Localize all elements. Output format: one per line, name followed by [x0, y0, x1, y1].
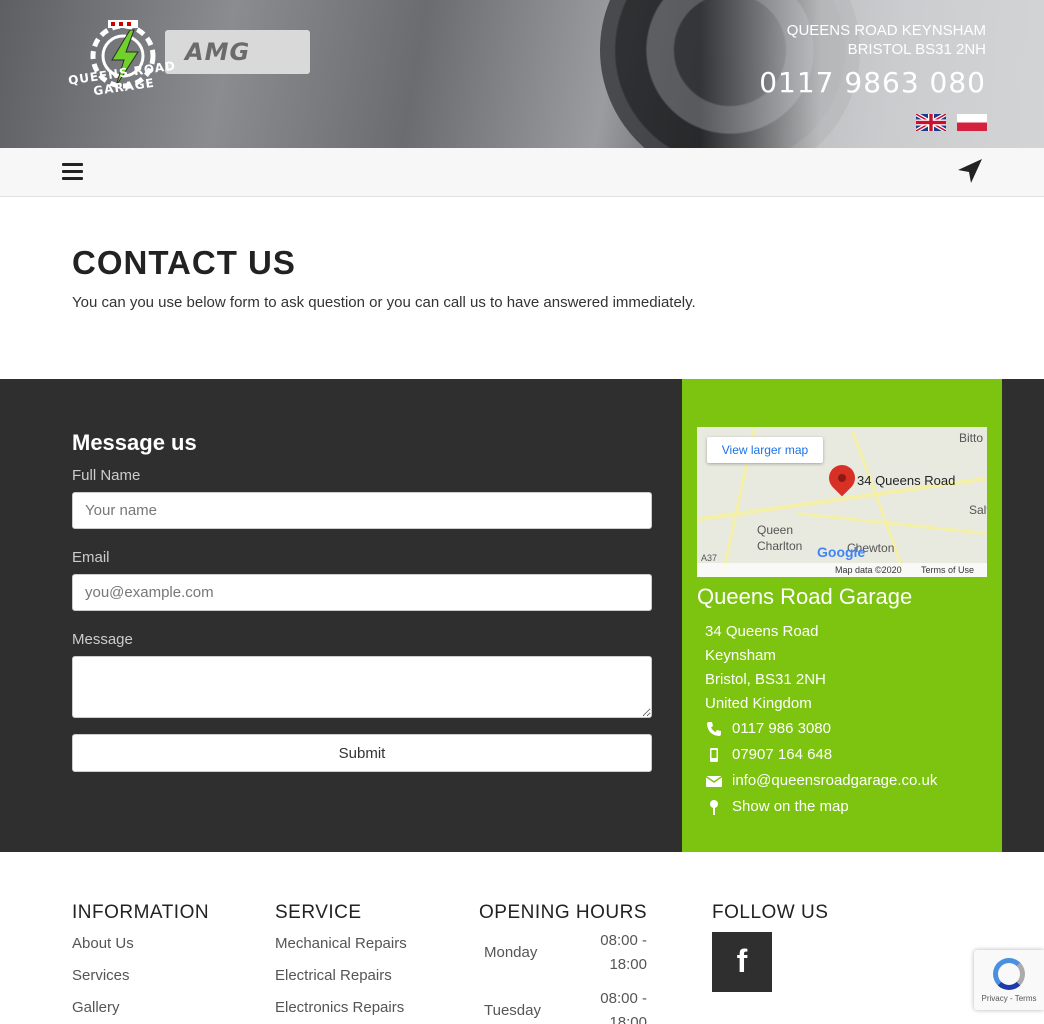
view-larger-map-link[interactable]: View larger map: [707, 437, 823, 463]
phone-link[interactable]: 0117 986 3080: [732, 720, 831, 737]
footer-link-electronics[interactable]: Electronics Repairs: [275, 999, 404, 1016]
footer-hours-title: OPENING HOURS: [479, 902, 648, 923]
email-input[interactable]: [72, 574, 652, 611]
full-name-input[interactable]: [72, 492, 652, 529]
hours-day: Tuesday: [484, 1002, 541, 1019]
footer-link-mechanical[interactable]: Mechanical Repairs: [275, 935, 407, 952]
recaptcha-badge[interactable]: Privacy - Terms: [974, 950, 1044, 1010]
flag-uk-icon[interactable]: [916, 114, 946, 131]
map-terms-link[interactable]: Terms of Use: [921, 565, 974, 575]
map-town-label: Salt: [969, 503, 987, 517]
phone-icon: [707, 722, 721, 736]
hours-day: Monday: [484, 944, 538, 961]
flag-pl-icon[interactable]: [957, 114, 987, 131]
hours-time: 08:00 -18:00: [600, 990, 647, 1024]
header-address-line1: QUEENS ROAD KEYNSHAM: [786, 22, 986, 39]
footer-link-gallery[interactable]: Gallery: [72, 999, 120, 1016]
map-road-label: A37: [701, 553, 718, 563]
navbar: [0, 148, 1044, 197]
footer-service-title: SERVICE: [275, 902, 362, 923]
message-textarea[interactable]: [72, 656, 652, 718]
mobile-icon: [710, 748, 718, 762]
map-town-label: Charlton: [757, 539, 803, 553]
footer-follow-title: FOLLOW US: [712, 902, 829, 923]
address-area: Keynsham: [705, 647, 776, 664]
envelope-icon: [706, 775, 722, 787]
facebook-button[interactable]: f: [712, 932, 772, 992]
map-pin-icon[interactable]: [823, 459, 861, 497]
page-subtitle: You can you use below form to ask questi…: [72, 294, 696, 311]
google-logo: Google: [817, 544, 866, 560]
hamburger-icon[interactable]: [62, 163, 83, 181]
header-address-line2: BRISTOL BS31 2NH: [847, 41, 986, 58]
submit-button[interactable]: Submit: [72, 734, 652, 772]
facebook-icon: f: [736, 943, 748, 979]
full-name-label: Full Name: [72, 467, 141, 484]
hours-time: 08:00 -18:00: [600, 932, 647, 973]
map-pin-label: 34 Queens Road: [857, 473, 956, 488]
map-town-label: Bitto: [959, 431, 984, 445]
site-logo[interactable]: QUEENS ROAD GARAGE: [58, 16, 188, 100]
footer-information-title: INFORMATION: [72, 902, 210, 923]
map-marker-icon: [710, 800, 718, 815]
address-country: United Kingdom: [705, 695, 812, 712]
recaptcha-icon: [993, 958, 1025, 990]
business-name: Queens Road Garage: [697, 584, 913, 609]
google-map[interactable]: View larger map 34 Queens Road Bitto Sal…: [697, 427, 987, 577]
mobile-link[interactable]: 07907 164 648: [732, 746, 832, 763]
page-title: CONTACT US: [72, 244, 296, 281]
recaptcha-text: Privacy - Terms: [981, 994, 1037, 1003]
address-city: Bristol, BS31 2NH: [705, 671, 826, 688]
header-phone[interactable]: 0117 9863 080: [759, 66, 986, 99]
footer-link-about[interactable]: About Us: [72, 935, 134, 952]
map-town-label: Queen: [757, 523, 794, 537]
header-banner: AMG QUEENS ROAD GARAGE QUEENS ROAD KEYNS…: [0, 0, 1044, 148]
footer-link-electrical[interactable]: Electrical Repairs: [275, 967, 392, 984]
form-title: Message us: [72, 430, 197, 455]
message-label: Message: [72, 631, 133, 648]
email-link[interactable]: info@queensroadgarage.co.uk: [732, 772, 937, 789]
show-on-map-link[interactable]: Show on the map: [732, 798, 849, 815]
address-street: 34 Queens Road: [705, 623, 819, 640]
email-label: Email: [72, 549, 110, 566]
map-data-text: Map data ©2020: [835, 565, 902, 575]
location-arrow-icon[interactable]: [956, 157, 984, 189]
footer-link-services[interactable]: Services: [72, 967, 130, 984]
